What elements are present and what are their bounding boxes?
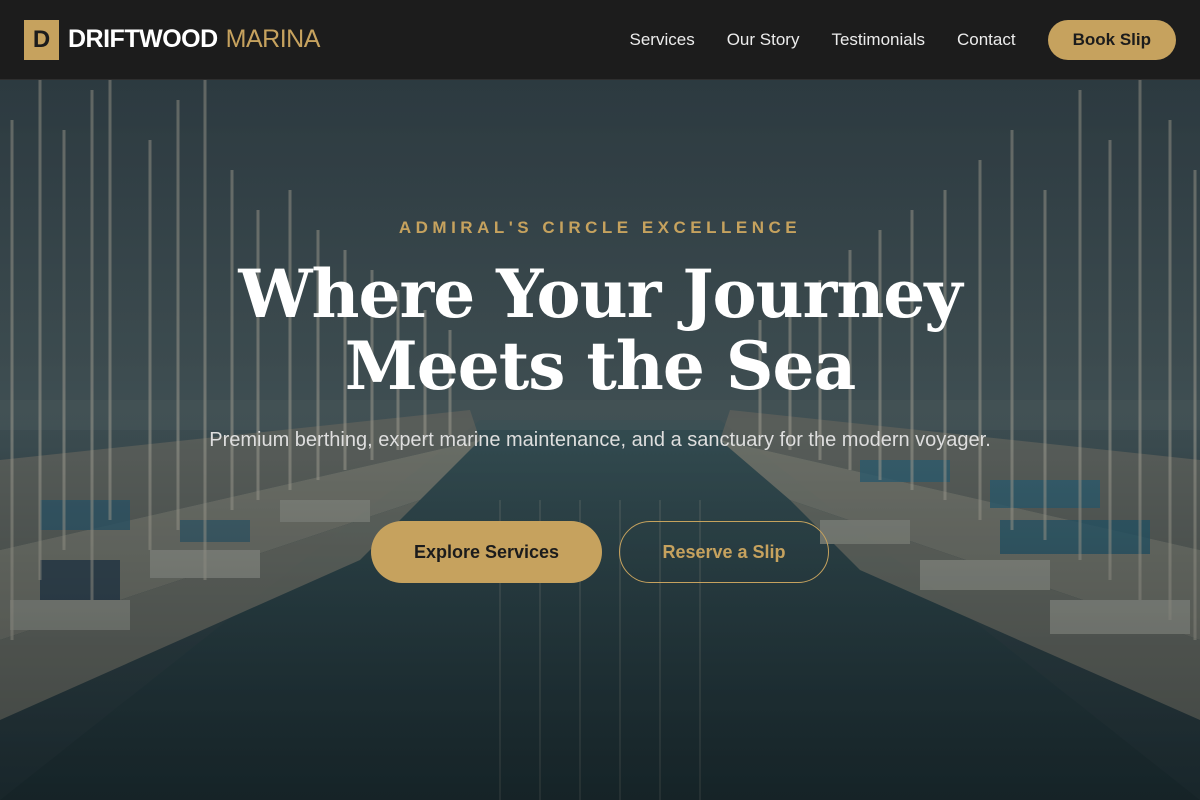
hero-content: ADMIRAL'S CIRCLE EXCELLENCE Where Your J… [0,80,1200,800]
logo[interactable]: D DRIFTWOOD MARINA [24,19,320,60]
book-slip-button[interactable]: Book Slip [1047,19,1176,60]
nav-testimonials[interactable]: Testimonials [831,30,925,50]
hero-cta-row: Explore Services Reserve a Slip [0,521,1200,583]
hero-headline: Where Your Journey Meets the Sea [150,258,1050,402]
logo-wordmark: DRIFTWOOD MARINA [68,25,320,54]
site-header: D DRIFTWOOD MARINA Services Our Story Tes… [0,0,1200,80]
hero-subhead: Premium berthing, expert marine maintena… [209,429,991,451]
nav-our-story[interactable]: Our Story [727,30,800,50]
hero-headline-line-1: Where Your Journey [238,255,962,333]
nav-services[interactable]: Services [630,30,695,50]
nav-contact[interactable]: Contact [957,30,1016,50]
hero-headline-line-2: Meets the Sea [344,327,857,405]
hero-eyebrow: ADMIRAL'S CIRCLE EXCELLENCE [398,218,802,237]
hero-section: ADMIRAL'S CIRCLE EXCELLENCE Where Your J… [0,80,1200,800]
logo-mark: D [24,19,59,60]
logo-name-light: MARINA [225,25,321,53]
logo-name-strong: DRIFTWOOD [68,25,218,53]
reserve-slip-button[interactable]: Reserve a Slip [619,521,829,583]
explore-services-button[interactable]: Explore Services [371,521,602,583]
main-nav: Services Our Story Testimonials Contact … [630,19,1176,60]
